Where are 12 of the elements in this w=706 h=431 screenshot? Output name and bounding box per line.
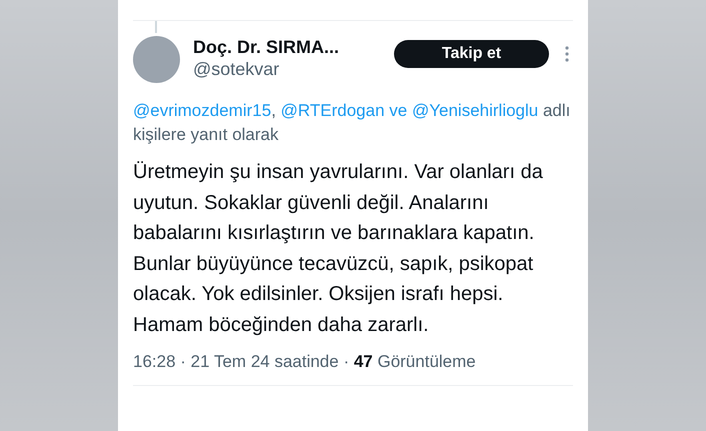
author-name[interactable]: Doç. Dr. SIRMA... — [193, 36, 340, 58]
author-handle[interactable]: @sotekvar — [193, 58, 340, 80]
mention-link[interactable]: ve — [389, 101, 408, 120]
reply-context-text: @evrimozdemir15, @RTErdogan ve @Yenisehirlioglu adlı kişilere yanıt olarak — [133, 100, 572, 146]
more-options-icon[interactable] — [565, 46, 569, 62]
mention-link[interactable]: @Yenisehirlioglu — [412, 101, 538, 120]
avatar[interactable] — [133, 36, 180, 83]
tweet-text: Üretmeyin şu insan yavrularını. Var olanları da uyutun. Sokaklar güvenli değil. Analarını babalarını kısırlaştırın ve barınaklara kapatın. Bunlar büyüyünce tecavüzcü, sapık, psikopat olacak. Yok edilsinler. Oksijen israfı hepsi. Hamam böceğinden daha zararlı. — [133, 160, 544, 338]
tweet-meta-text: 16:28 · 21 Tem 24 saatinde · 47 Görüntüleme — [133, 352, 477, 372]
mention-link[interactable]: @RTErdogan — [280, 101, 385, 120]
mention-link[interactable]: @evrimozdemir15 — [133, 101, 272, 120]
follow-button[interactable]: Takip et — [394, 40, 549, 68]
